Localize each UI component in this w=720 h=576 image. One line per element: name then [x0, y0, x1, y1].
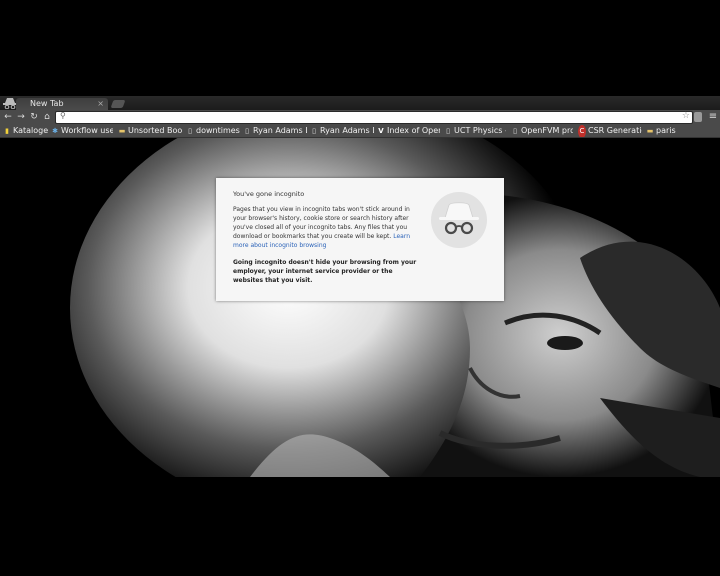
incognito-description: Pages that you view in incognito tabs wo… — [233, 205, 418, 250]
bookmark-label: Index of Open — [387, 126, 440, 135]
page-icon: ▯ — [312, 127, 316, 135]
tab-close-icon[interactable]: × — [97, 99, 104, 108]
bookmark-label: Unsorted Boo — [128, 126, 182, 135]
bookmark-label: Ryan Adams Li — [253, 126, 307, 135]
bookmark-label: paris — [656, 126, 676, 135]
bookmark-item[interactable]: ▬ paris — [646, 124, 686, 137]
back-arrow-icon[interactable]: ← — [2, 110, 14, 124]
page-icon: ▯ — [513, 127, 517, 135]
page-icon: ▯ — [188, 127, 192, 135]
toolbar: ← → ↻ ⌂ ⚲ ☆ ≡ — [0, 110, 720, 124]
bookmark-item[interactable]: ▯ Ryan Adams Li — [243, 124, 307, 137]
omnibox[interactable]: ⚲ ☆ — [55, 111, 693, 124]
bookmark-label: OpenFVM pro — [521, 126, 573, 135]
page-icon: ▯ — [245, 127, 249, 135]
browser-window: New Tab × ← → ↻ ⌂ ⚲ ☆ ≡ ▮ Kataloge ✱ Workf… — [0, 96, 720, 477]
incognito-card: You've gone incognito Pages that you vie… — [216, 178, 504, 301]
incognito-spy-icon — [431, 192, 487, 248]
bookmark-star-icon[interactable]: ☆ — [682, 111, 690, 121]
address-input[interactable] — [70, 113, 680, 122]
tab-strip: New Tab × — [0, 96, 720, 110]
incognito-icon — [3, 98, 17, 109]
menu-icon[interactable]: ≡ — [707, 110, 719, 124]
bookmark-item[interactable]: ▯ UCT Physics - — [444, 124, 506, 137]
folder-icon: ▬ — [118, 127, 126, 135]
c-icon: C — [578, 125, 586, 137]
new-tab-button[interactable] — [110, 100, 126, 108]
extension-icon[interactable] — [694, 112, 702, 122]
bookmark-item[interactable]: ▯ downtimes — [186, 124, 240, 137]
v-icon: V — [378, 127, 384, 135]
bookmark-bars-icon: ▮ — [5, 127, 9, 135]
tab-title: New Tab — [30, 99, 64, 108]
folder-icon: ▬ — [646, 127, 654, 135]
bookmark-item[interactable]: ▬ Unsorted Boo — [118, 124, 182, 137]
bookmark-label: UCT Physics - — [454, 126, 506, 135]
bookmark-label: Ryan Adams Li — [320, 126, 374, 135]
bookmark-item[interactable]: ✱ Workflow use — [51, 124, 113, 137]
bookmark-item[interactable]: ▯ Ryan Adams Li — [310, 124, 374, 137]
home-icon[interactable]: ⌂ — [41, 110, 53, 124]
bookmark-label: CSR Generatio — [588, 126, 642, 135]
bookmarks-bar: ▮ Kataloge ✱ Workflow use ▬ Unsorted Boo ▯ d… — [0, 124, 720, 138]
bookmark-item[interactable]: V Index of Open — [377, 124, 440, 137]
bookmark-label: Kataloge — [13, 126, 49, 135]
bookmark-item[interactable]: ▯ OpenFVM pro — [511, 124, 573, 137]
incognito-warning: Going incognito doesn't hide your browsi… — [233, 259, 417, 284]
reload-icon[interactable]: ↻ — [28, 110, 40, 124]
tab-new-tab[interactable]: New Tab × — [16, 98, 108, 110]
search-icon: ⚲ — [60, 111, 66, 120]
bookmark-item[interactable]: C CSR Generatio — [578, 124, 642, 137]
incognito-description-text: Pages that you view in incognito tabs wo… — [233, 206, 410, 240]
bookmark-item[interactable]: ▮ Kataloge — [3, 124, 49, 137]
bookmark-label: Workflow use — [61, 126, 113, 135]
page-icon: ▯ — [446, 127, 450, 135]
new-tab-page: You've gone incognito Pages that you vie… — [0, 138, 720, 477]
forward-arrow-icon[interactable]: → — [15, 110, 27, 124]
incognito-title: You've gone incognito — [233, 190, 305, 198]
workflow-icon: ✱ — [52, 127, 58, 135]
bookmark-label: downtimes — [196, 126, 240, 135]
